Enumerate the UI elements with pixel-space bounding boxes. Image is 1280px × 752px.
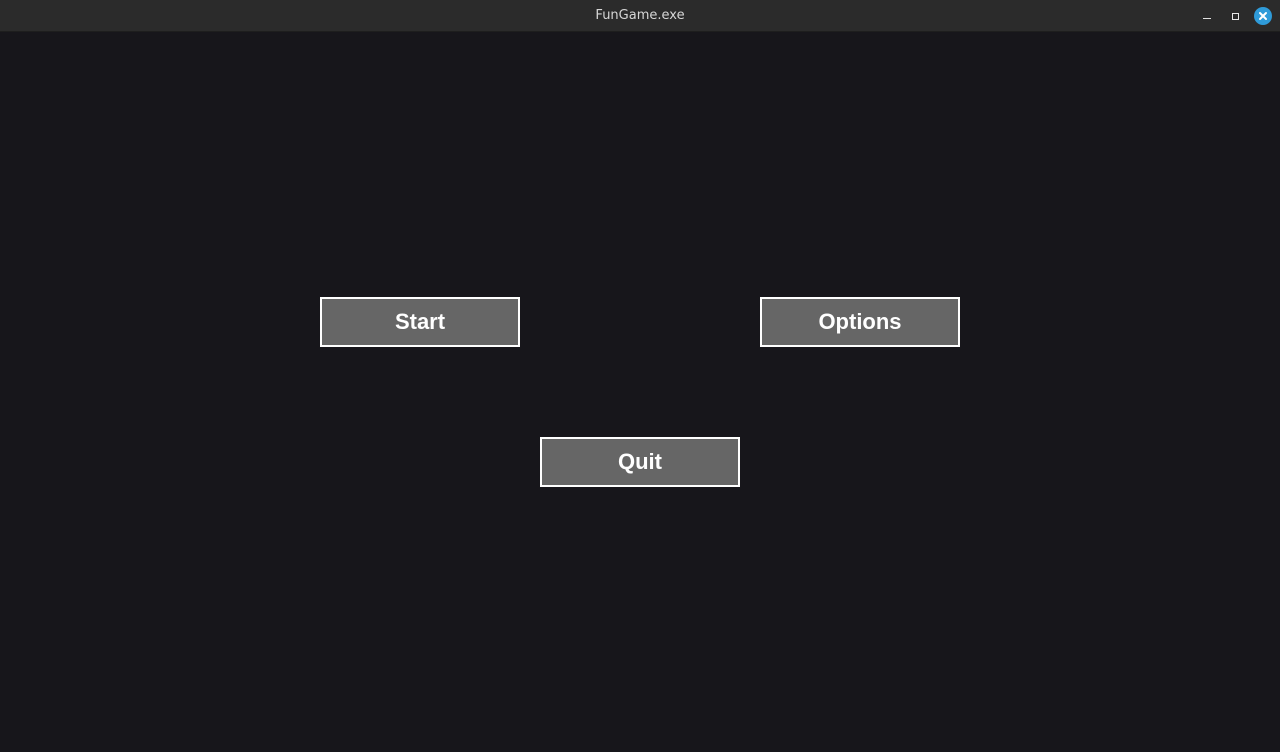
game-window: FunGame.exe Start Options Quit [0,0,1280,752]
minimize-icon [1203,18,1211,19]
maximize-button[interactable] [1225,6,1245,26]
close-icon [1254,7,1272,25]
maximize-icon [1231,12,1239,20]
start-button[interactable]: Start [320,297,520,347]
title-bar[interactable]: FunGame.exe [0,0,1280,32]
options-button[interactable]: Options [760,297,960,347]
quit-button[interactable]: Quit [540,437,740,487]
close-button[interactable] [1253,6,1273,26]
minimize-button[interactable] [1197,6,1217,26]
window-title: FunGame.exe [595,8,685,23]
